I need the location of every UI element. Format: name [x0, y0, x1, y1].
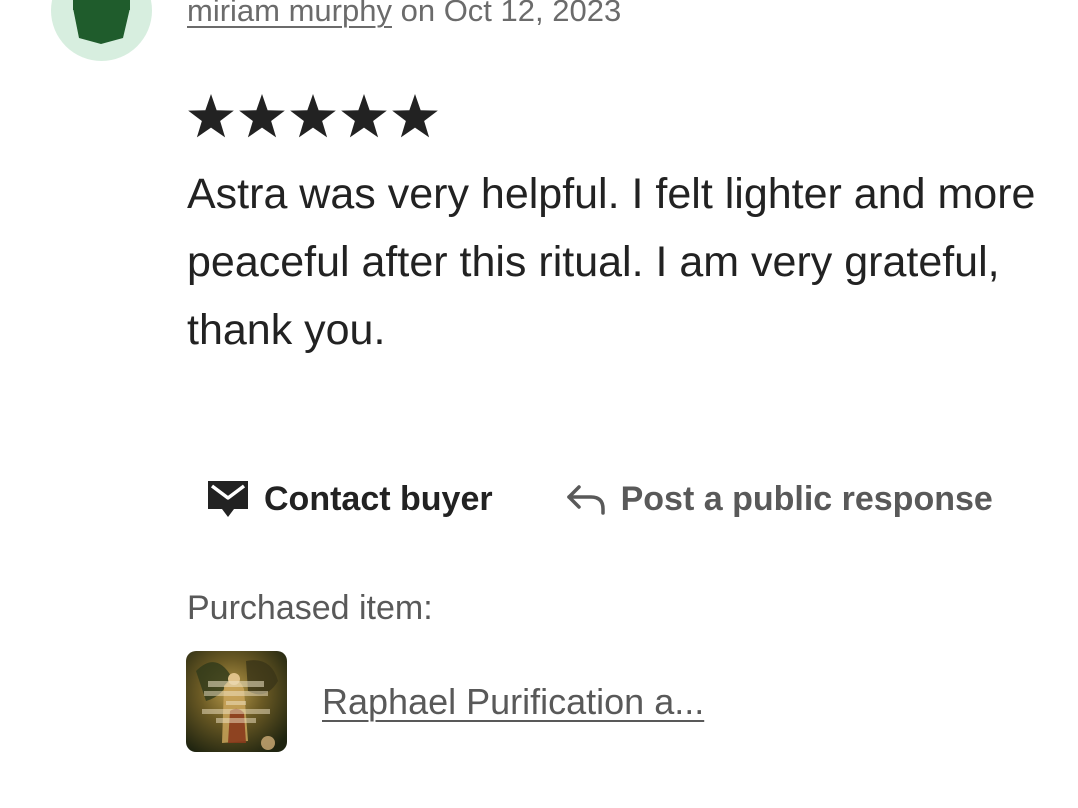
contact-buyer-button[interactable]: Contact buyer	[206, 479, 493, 519]
star-filled-icon	[392, 94, 438, 138]
purchased-item-link[interactable]: Raphael Purification a...	[322, 681, 704, 723]
envelope-icon	[208, 481, 248, 517]
avatar[interactable]	[51, 0, 152, 61]
purchased-item: Raphael Purification a...	[186, 651, 704, 752]
star-filled-icon	[341, 94, 387, 138]
reply-arrow-icon	[566, 485, 605, 515]
post-public-response-label: Post a public response	[620, 479, 993, 518]
contact-buyer-label: Contact buyer	[264, 479, 493, 518]
post-public-response-button[interactable]: Post a public response	[565, 480, 993, 519]
star-rating	[187, 93, 439, 139]
review-card: miriam murphy on Oct 12, 2023 Astra was …	[0, 0, 1078, 808]
review-actions: Contact buyer Post a public response	[206, 474, 993, 524]
star-filled-icon	[188, 94, 234, 138]
review-text: Astra was very helpful. I felt lighter a…	[187, 170, 1036, 354]
review-byline: miriam murphy on Oct 12, 2023	[187, 0, 621, 31]
reviewer-name-link[interactable]: miriam murphy	[187, 0, 392, 28]
star-filled-icon	[290, 94, 336, 138]
purchased-item-label: Purchased item:	[187, 589, 433, 627]
item-thumbnail[interactable]	[186, 651, 287, 752]
review-date: on Oct 12, 2023	[400, 0, 622, 28]
avatar-shape-icon	[73, 0, 130, 44]
star-filled-icon	[239, 94, 285, 138]
